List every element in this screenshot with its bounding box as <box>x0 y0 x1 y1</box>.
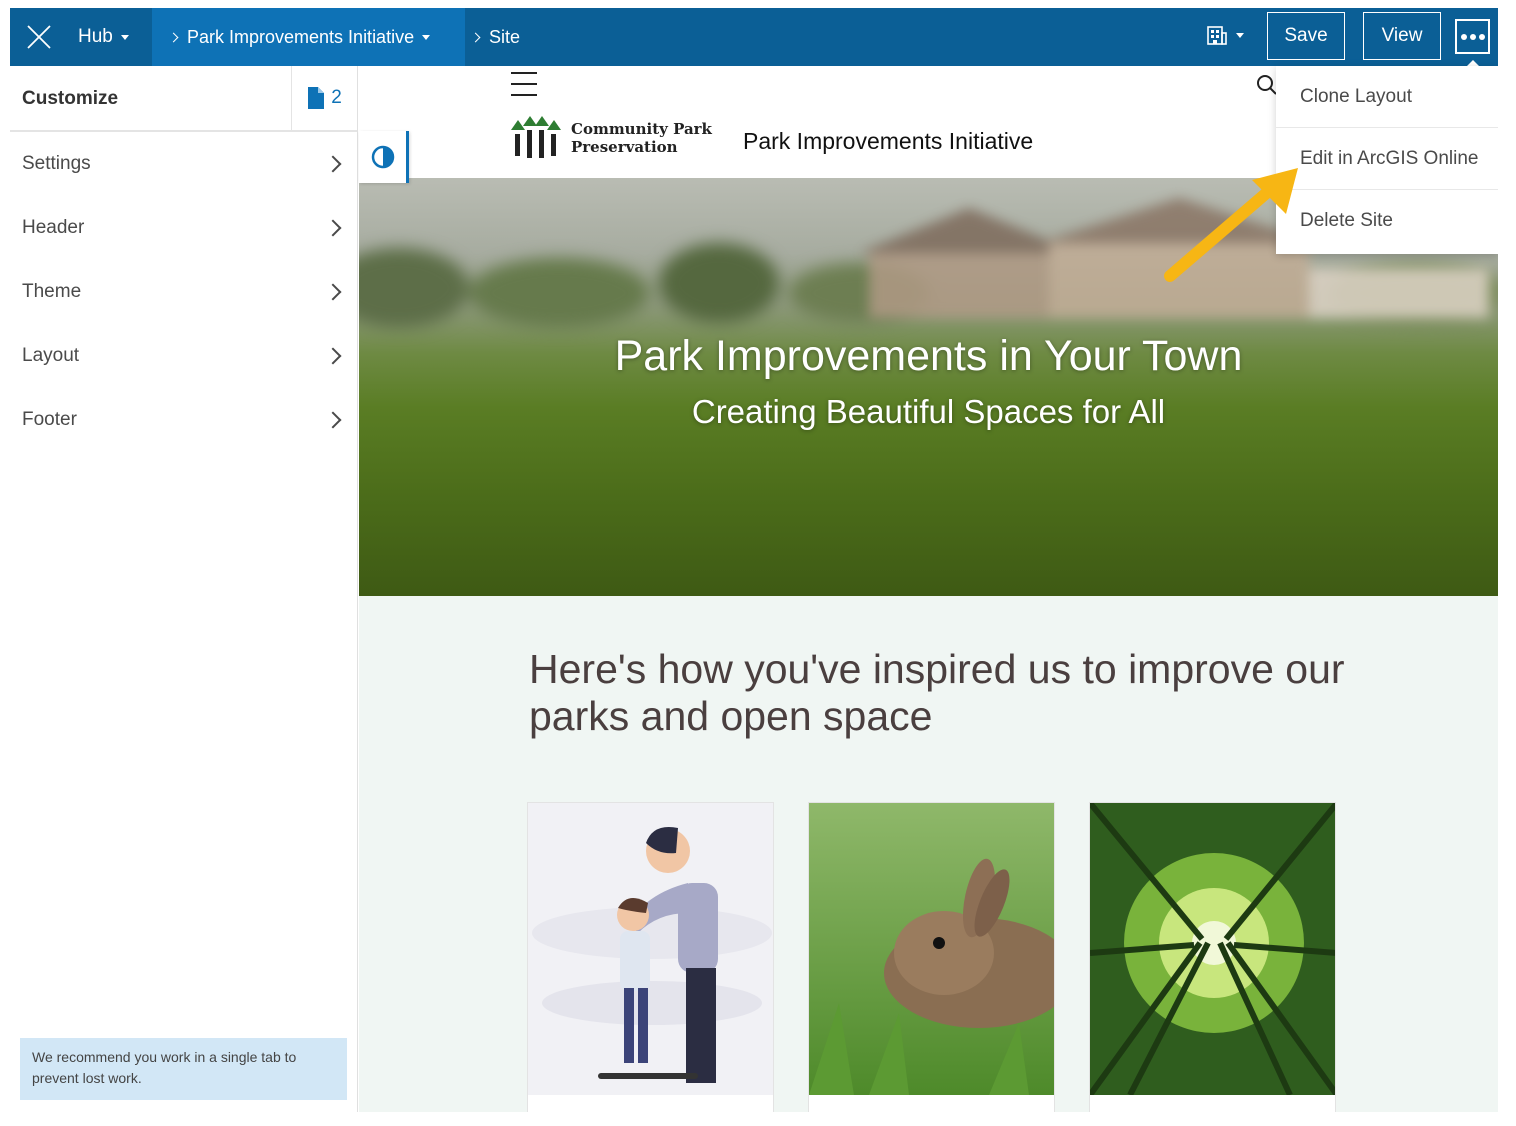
close-icon[interactable] <box>24 22 54 52</box>
sidebar-item-settings[interactable]: Settings <box>10 132 357 196</box>
hero-title: Park Improvements in Your Town <box>614 332 1243 380</box>
sidebar-item-label: Layout <box>22 345 80 366</box>
sidebar-item-label: Footer <box>22 409 77 430</box>
half-circle-contrast-icon <box>371 145 394 169</box>
view-button[interactable]: View <box>1363 12 1441 60</box>
sidebar-item-header[interactable]: Header <box>10 196 357 260</box>
chevron-right-icon <box>324 347 342 365</box>
site-title: Park Improvements Initiative <box>743 128 1034 154</box>
sidebar-item-label: Theme <box>22 281 82 302</box>
chevron-right-icon <box>324 283 342 301</box>
site-logo[interactable]: Community Park Preservation <box>509 116 712 160</box>
customize-sidebar: Customize 2 Settings Header Theme Layout <box>10 66 358 1112</box>
single-tab-notice: We recommend you work in a single tab to… <box>20 1038 347 1100</box>
family-illustration-image <box>528 803 773 1095</box>
building-icon <box>1207 26 1227 45</box>
chevron-right-icon <box>324 155 342 173</box>
edit-in-arcgis-online-menu-item[interactable]: Edit in ArcGIS Online <box>1276 128 1498 190</box>
top-bar: Hub Park Improvements Initiative Site Sa… <box>10 8 1498 67</box>
sidebar-item-theme[interactable]: Theme <box>10 260 357 324</box>
hub-menu[interactable]: Hub <box>78 8 129 66</box>
search-icon[interactable] <box>1256 74 1278 96</box>
card-family[interactable] <box>527 802 774 1112</box>
sidebar-item-label: Settings <box>22 153 91 174</box>
delete-site-menu-item[interactable]: Delete Site <box>1276 190 1498 252</box>
logo-text: Community Park Preservation <box>571 120 712 156</box>
logo-line-1: Community Park <box>571 120 712 138</box>
sidebar-item-footer[interactable]: Footer <box>10 388 357 452</box>
caret-down-icon <box>120 34 129 40</box>
caret-down-icon <box>422 34 431 40</box>
rabbit-photo-image <box>809 803 1054 1095</box>
caret-down-icon <box>1236 32 1244 38</box>
save-button[interactable]: Save <box>1267 12 1345 60</box>
section-heading: Here's how you've inspired us to improve… <box>529 646 1345 739</box>
breadcrumb-site-label: Site <box>489 26 521 47</box>
sidebar-item-label: Header <box>22 217 85 238</box>
breadcrumb-initiative-label: Park Improvements Initiative <box>187 26 415 47</box>
chevron-right-icon <box>324 219 342 237</box>
card-rabbit[interactable] <box>808 802 1055 1112</box>
hub-label: Hub <box>78 26 113 47</box>
chevron-right-icon <box>324 411 342 429</box>
contrast-toggle[interactable] <box>359 131 409 183</box>
bamboo-forest-image <box>1090 803 1335 1095</box>
logo-line-2: Preservation <box>571 138 678 156</box>
sidebar-title: Customize <box>22 88 119 109</box>
chevron-right-icon <box>470 32 481 42</box>
chevron-right-icon <box>168 32 179 42</box>
org-switcher[interactable] <box>1206 24 1244 46</box>
sidebar-header: Customize 2 <box>10 66 357 132</box>
hero-subtitle: Creating Beautiful Spaces for All <box>691 393 1166 430</box>
more-options-dropdown: Clone Layout Edit in ArcGIS Online Delet… <box>1276 66 1498 254</box>
ellipsis-icon <box>1460 33 1485 40</box>
park-logo-icon <box>511 116 561 158</box>
pages-count: 2 <box>331 87 342 108</box>
page-icon <box>308 87 325 109</box>
hero-text: Park Improvements in Your Town Creating … <box>359 328 1498 436</box>
clone-layout-menu-item[interactable]: Clone Layout <box>1276 66 1498 128</box>
app-window: Hub Park Improvements Initiative Site Sa… <box>10 8 1498 1112</box>
hamburger-menu-icon[interactable] <box>511 72 537 96</box>
pages-button[interactable]: 2 <box>291 66 357 130</box>
sidebar-item-layout[interactable]: Layout <box>10 324 357 388</box>
more-options-button[interactable] <box>1455 19 1490 54</box>
breadcrumb-site[interactable]: Site <box>470 8 521 66</box>
card-bamboo[interactable] <box>1089 802 1336 1112</box>
breadcrumb-initiative[interactable]: Park Improvements Initiative <box>152 8 465 66</box>
